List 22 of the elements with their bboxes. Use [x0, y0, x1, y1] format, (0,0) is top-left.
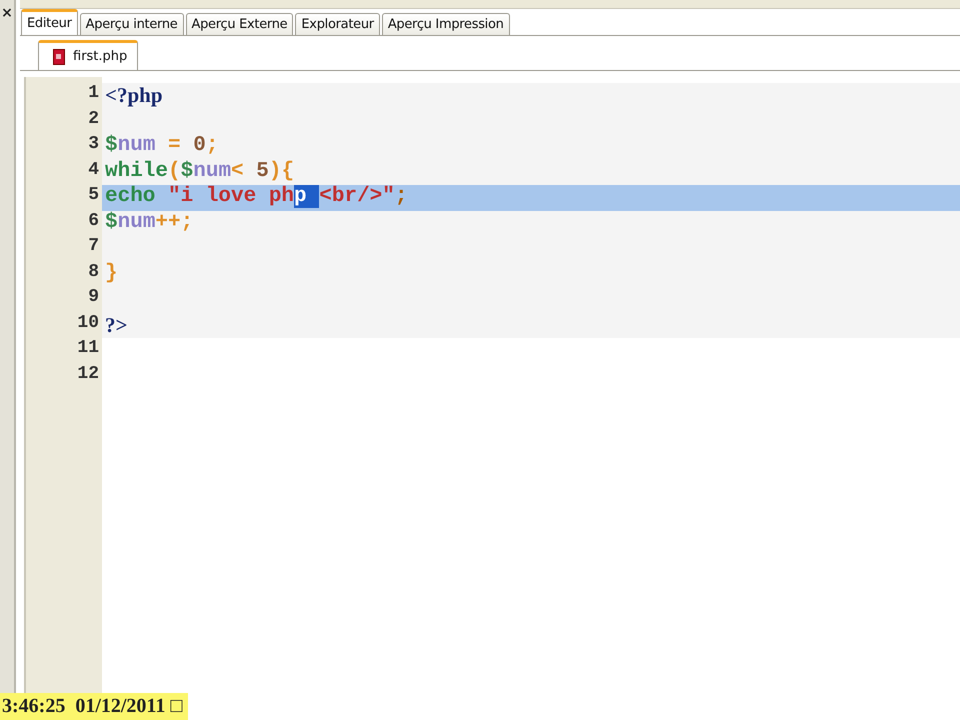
- line-number: 11: [76, 338, 100, 360]
- timestamp: 3:46:25 01/12/2011 □: [0, 693, 188, 720]
- tab[interactable]: Editeur: [21, 9, 78, 35]
- line-number: 7: [87, 236, 100, 258]
- selected-text: p: [294, 185, 320, 208]
- close-icon[interactable]: ×: [1, 6, 13, 20]
- line-number: 2: [87, 108, 100, 130]
- line-number: 8: [87, 262, 100, 284]
- line-number: 5: [87, 185, 100, 207]
- line-number: 10: [76, 312, 100, 334]
- file-tab[interactable]: first.php: [38, 40, 138, 70]
- tab[interactable]: Explorateur: [295, 13, 380, 35]
- line-number: 12: [76, 364, 100, 386]
- line-number: 4: [87, 160, 100, 182]
- line-number: 1: [87, 83, 100, 105]
- tab[interactable]: Aperçu Impression: [382, 13, 510, 35]
- line-number: 6: [87, 210, 100, 232]
- tab[interactable]: Aperçu Externe: [186, 13, 294, 35]
- line-number: 9: [87, 287, 100, 309]
- tab[interactable]: Aperçu interne: [80, 13, 184, 35]
- line-number: 3: [87, 134, 100, 156]
- file-icon: [53, 48, 65, 64]
